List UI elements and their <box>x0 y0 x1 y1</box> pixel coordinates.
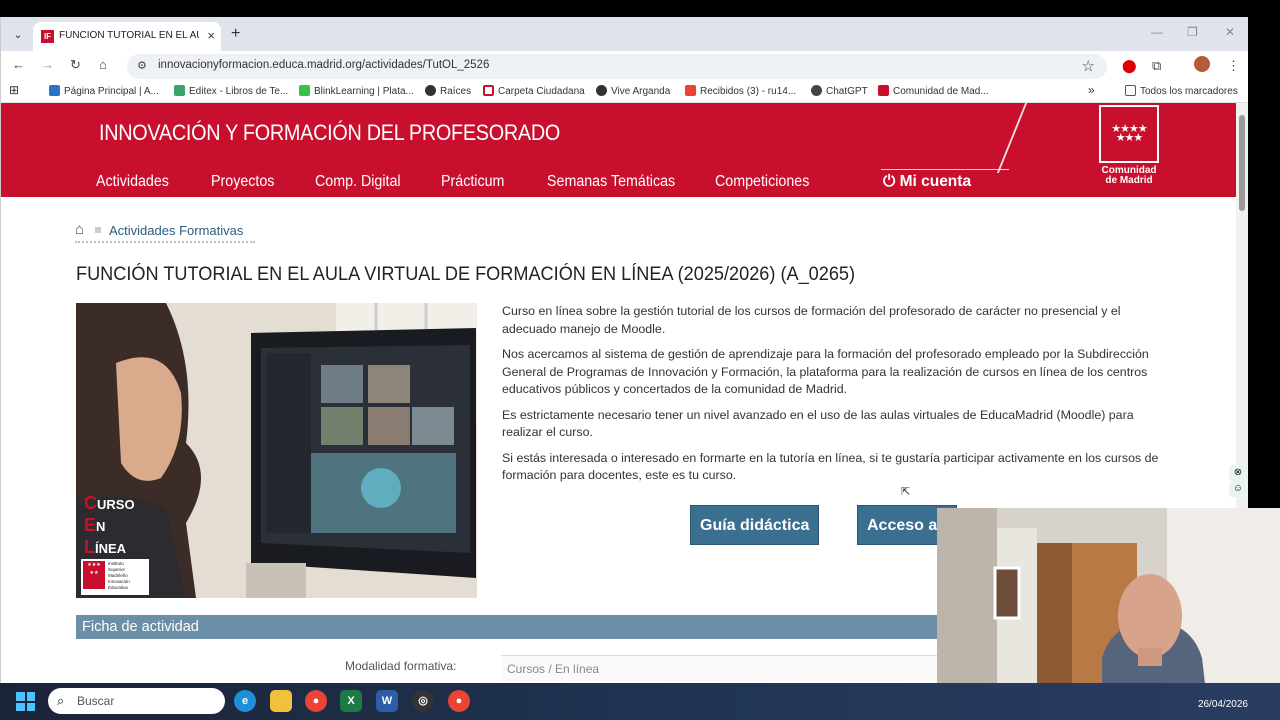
course-image: CURSO EN LÍNEA ★★★ ★★ Instituto Superior Ma… <box>76 303 477 598</box>
reload-icon[interactable]: ↻ <box>70 57 81 73</box>
taskbar-date[interactable]: 26/04/2026 <box>1198 699 1248 710</box>
back-icon[interactable]: ← <box>12 57 25 72</box>
tab-strip: ⌄ IF FUNCIÓN TUTORIAL EN EL AUL × + — ❐ … <box>1 17 1248 51</box>
comunidad-madrid-logo[interactable]: ★★★★ ★★★ Comunidad de Madrid <box>1099 105 1159 189</box>
close-circle-icon[interactable]: ⊗ <box>1229 465 1247 481</box>
file-explorer-icon[interactable] <box>270 690 292 712</box>
chrome-icon[interactable]: ● <box>305 690 327 712</box>
nav-comp-digital[interactable]: Comp. Digital <box>315 173 401 191</box>
search-placeholder: Buscar <box>77 694 115 708</box>
assistant-icon[interactable]: ☺ <box>1229 481 1247 497</box>
account-link[interactable]: ⏻ Mi cuenta <box>883 173 971 191</box>
nav-semanas-tematicas[interactable]: Semanas Temáticas <box>547 173 675 191</box>
site-favicon-icon: IF <box>41 30 54 43</box>
bookmark-item[interactable]: Página Principal | A... <box>49 85 159 97</box>
guia-didactica-button[interactable]: Guía didáctica <box>690 505 820 545</box>
bookmark-item[interactable]: BlinkLearning | Plata... <box>299 85 414 97</box>
power-icon: ⏻ <box>883 173 896 190</box>
curso-en-linea-text: CURSO EN LÍNEA <box>84 493 135 557</box>
word-icon[interactable]: W <box>376 690 398 712</box>
bookmark-item[interactable]: ChatGPT <box>811 85 868 97</box>
stars-emblem-icon: ★★★★ ★★★ <box>1099 105 1159 163</box>
modalidad-value: Cursos / En línea <box>501 655 941 681</box>
site-info-icon[interactable]: ⚙ <box>137 59 147 72</box>
scrollbar-thumb[interactable] <box>1239 115 1245 211</box>
course-description: Curso en línea sobre la gestión tutorial… <box>502 303 1167 493</box>
url-text[interactable]: innovacionyformacion.educa.madrid.org/ac… <box>158 59 489 71</box>
more-bookmarks-icon[interactable]: » <box>1088 83 1095 97</box>
apps-grid-icon[interactable]: ⊞ <box>9 83 19 97</box>
page-title: FUNCIÓN TUTORIAL EN EL AULA VIRTUAL DE F… <box>76 263 856 285</box>
bookmark-item[interactable]: Recibidos (3) - ru14... <box>685 85 796 97</box>
description-paragraph: Nos acercamos al sistema de gestión de a… <box>502 347 1149 396</box>
nav-actividades[interactable]: Actividades <box>96 173 169 191</box>
new-tab-icon[interactable]: + <box>231 25 240 43</box>
institute-badge: ★★★ ★★ Instituto Superior Madrileño Innovaci… <box>81 559 149 595</box>
obs-icon[interactable]: ◎ <box>412 690 434 712</box>
webcam-video <box>937 508 1280 701</box>
ficha-heading: Ficha de actividad <box>76 615 946 639</box>
breadcrumb: ⌂ Actividades Formativas <box>75 221 255 243</box>
site-header: INNOVACIÓN Y FORMACIÓN DEL PROFESORADO A… <box>1 103 1237 197</box>
breadcrumb-separator <box>95 227 101 233</box>
tab-search-icon[interactable]: ⌄ <box>9 26 27 44</box>
tab-close-icon[interactable]: × <box>207 28 215 43</box>
bookmark-star-icon[interactable]: ☆ <box>1082 57 1095 75</box>
webcam-overlay <box>937 508 1280 701</box>
opera-extension-icon[interactable]: ⬤ <box>1122 58 1137 74</box>
all-bookmarks-folder[interactable]: Todos los marcadores <box>1125 85 1238 97</box>
bookmarks-bar: ⊞ Página Principal | A... Editex - Libro… <box>1 81 1248 103</box>
search-icon: ⌕ <box>57 693 65 708</box>
description-paragraph: Curso en línea sobre la gestión tutorial… <box>502 304 1121 336</box>
description-paragraph: Si estás interesada o interesado en form… <box>502 450 1159 483</box>
bookmark-item[interactable]: Raíces <box>425 85 471 97</box>
course-illustration <box>76 303 477 598</box>
home-breadcrumb-icon[interactable]: ⌂ <box>75 221 84 238</box>
profile-avatar[interactable] <box>1194 56 1210 72</box>
chrome-active-icon[interactable]: ● <box>448 690 470 712</box>
bookmark-item[interactable]: Editex - Libros de Te... <box>174 85 288 97</box>
description-paragraph: Es estrictamente necesario tener un nive… <box>502 407 1134 440</box>
address-bar[interactable]: ⚙ innovacionyformacion.educa.madrid.org/… <box>127 54 1107 79</box>
taskbar-search[interactable]: ⌕ Buscar <box>48 688 225 714</box>
maximize-icon[interactable]: ❐ <box>1187 25 1198 39</box>
nav-practicum[interactable]: Prácticum <box>441 173 504 191</box>
excel-icon[interactable]: X <box>340 690 362 712</box>
modalidad-label: Modalidad formativa: <box>345 659 457 673</box>
site-title[interactable]: INNOVACIÓN Y FORMACIÓN DEL PROFESORADO <box>99 120 560 146</box>
extensions-icon[interactable]: ⧉ <box>1152 58 1161 74</box>
browser-toolbar: ← → ↻ ⌂ ⚙ innovacionyformacion.educa.mad… <box>1 51 1248 81</box>
home-icon[interactable]: ⌂ <box>99 57 107 72</box>
breadcrumb-link[interactable]: Actividades Formativas <box>109 223 243 238</box>
header-decoration <box>881 169 1009 170</box>
institute-emblem-icon: ★★★ ★★ <box>83 561 105 589</box>
windows-start-icon[interactable] <box>16 692 35 711</box>
minimize-icon[interactable]: — <box>1151 25 1163 39</box>
menu-icon[interactable]: ⋮ <box>1227 58 1240 74</box>
mouse-cursor-icon: ⇱ <box>901 486 911 498</box>
header-decoration <box>996 103 1028 173</box>
active-tab[interactable]: IF FUNCIÓN TUTORIAL EN EL AUL × <box>33 22 221 51</box>
bookmark-item[interactable]: Comunidad de Mad... <box>878 85 989 97</box>
close-window-icon[interactable]: ✕ <box>1225 25 1235 39</box>
bookmark-item[interactable]: Carpeta Ciudadana <box>483 85 585 97</box>
forward-icon[interactable]: → <box>41 57 54 72</box>
edge-icon[interactable]: e <box>234 690 256 712</box>
nav-competiciones[interactable]: Competiciones <box>715 173 809 191</box>
logo-caption: Comunidad de Madrid <box>1101 165 1157 186</box>
institute-name: Instituto Superior Madrileño Innovación Educ… <box>108 561 130 590</box>
account-label: Mi cuenta <box>899 173 972 190</box>
bookmark-item[interactable]: Vive Arganda <box>596 85 670 97</box>
tab-title: FUNCIÓN TUTORIAL EN EL AUL <box>59 30 199 41</box>
nav-proyectos[interactable]: Proyectos <box>211 173 274 191</box>
windows-taskbar: ⌕ Buscar e ● X W ◎ ● 26/04/2026 <box>0 683 1280 720</box>
